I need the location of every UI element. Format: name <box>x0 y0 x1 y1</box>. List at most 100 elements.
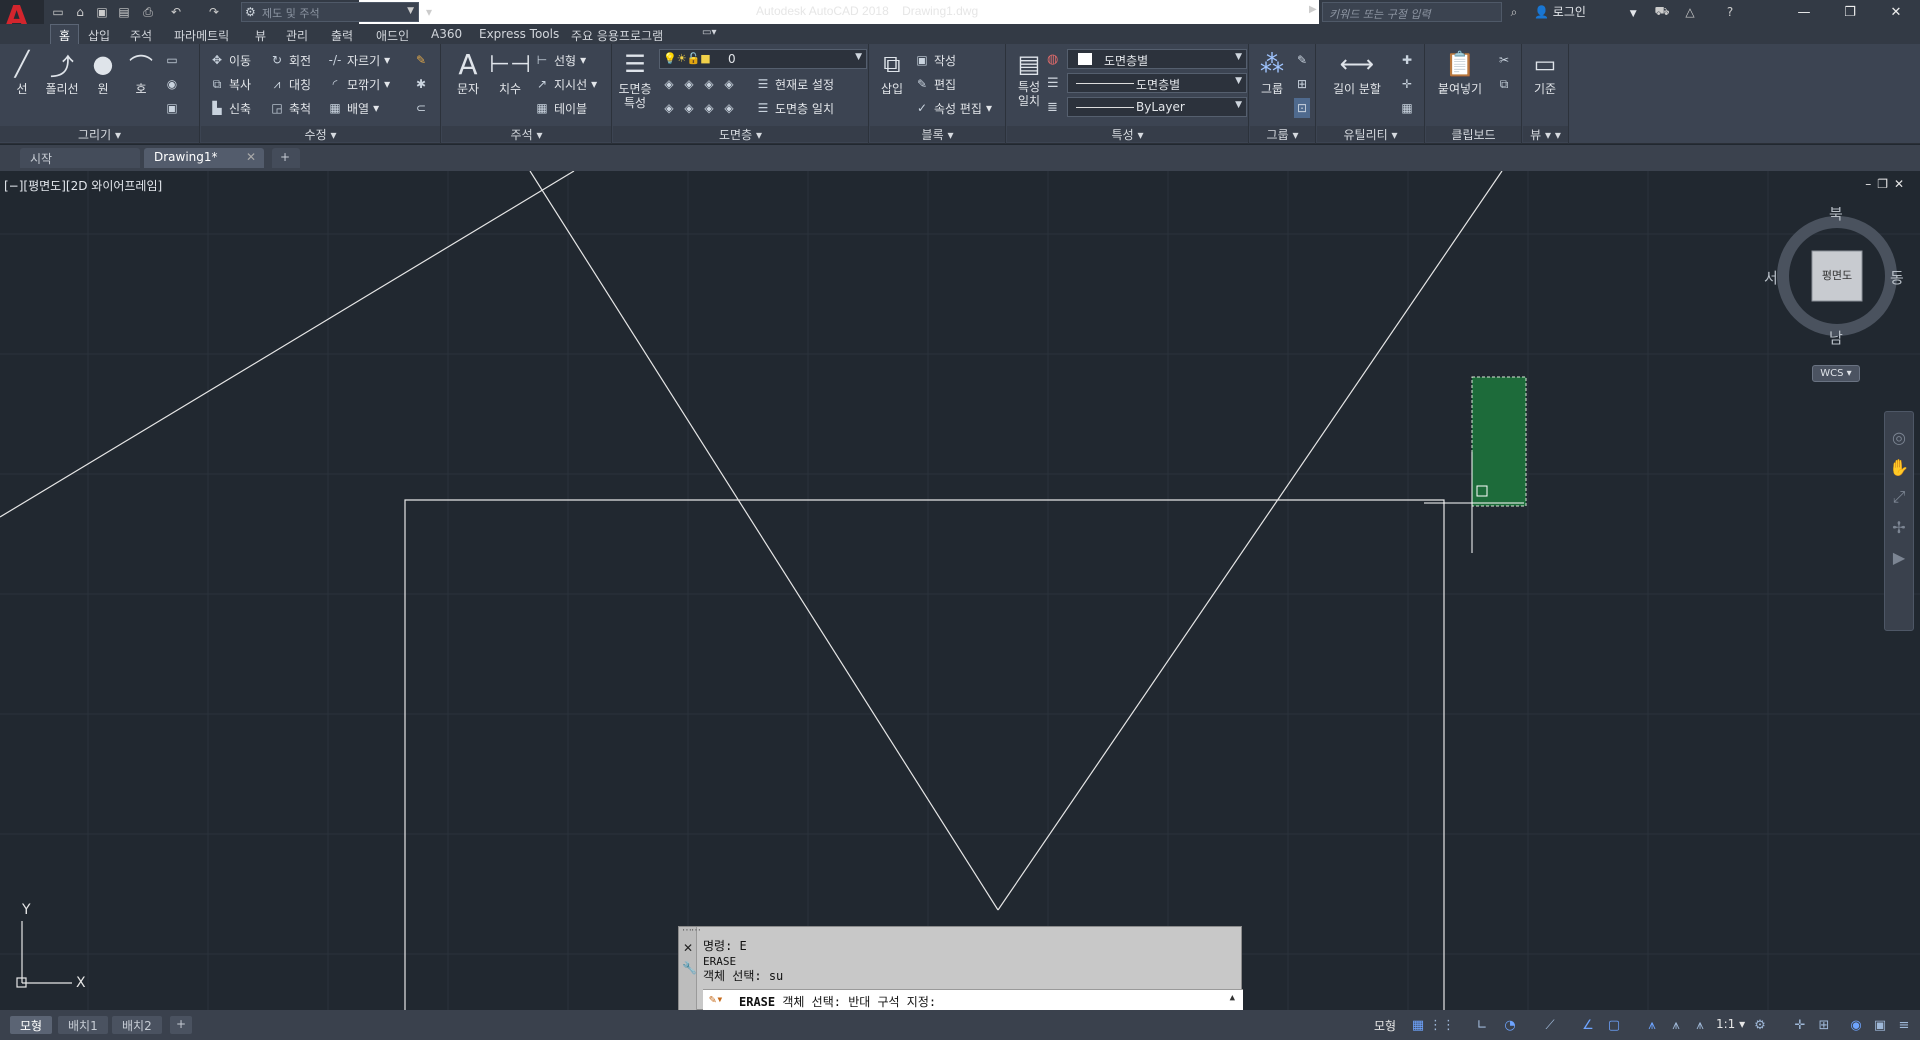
cart-icon[interactable]: ⛟ <box>1654 4 1670 20</box>
mirror-button[interactable]: ⩘ 대칭 <box>269 74 311 94</box>
units-icon[interactable]: ⊞ <box>1814 1015 1834 1035</box>
tab-start[interactable]: 시작 <box>20 148 140 168</box>
workspace-select[interactable]: ⚙ 제도 및 주석 ▼ <box>241 2 419 22</box>
annotation-visibility-icon[interactable]: ⩚ <box>1642 1015 1662 1035</box>
expand-search-icon[interactable]: ▶ <box>1309 4 1317 15</box>
new-tab-button[interactable]: + <box>272 148 300 168</box>
binoculars-icon[interactable]: ⌕ <box>1506 4 1522 20</box>
paste-button[interactable]: 📋 붙여넣기 <box>1432 48 1488 96</box>
edit-block-button[interactable]: ✎ 편집 <box>914 74 956 94</box>
tab-output[interactable]: 출력 <box>331 27 353 44</box>
array-button[interactable]: ▦ 배열 ▾ <box>327 98 379 118</box>
viewcube[interactable]: 평면도 북 남 동 서 <box>1764 205 1904 347</box>
group-edit-button[interactable]: ⊞ <box>1294 74 1310 94</box>
close-button[interactable]: ✕ <box>1873 0 1919 24</box>
stretch-button[interactable]: ▙ 신축 <box>209 98 251 118</box>
compass-west[interactable]: 서 <box>1764 267 1778 288</box>
isolate-objects-icon[interactable]: ◉ <box>1846 1015 1866 1035</box>
undo-icon[interactable]: ↶ <box>168 4 184 20</box>
tab-home[interactable]: 홈 <box>50 24 80 44</box>
drawing-line-3[interactable] <box>997 171 1503 911</box>
tab-express-tools[interactable]: Express Tools <box>479 27 559 41</box>
lineweight-dropdown[interactable]: ByLayer ▼ <box>1067 97 1247 117</box>
minimize-button[interactable]: — <box>1781 0 1827 24</box>
panel-title-layers[interactable]: 도면층 ▾ <box>613 126 868 142</box>
close-tab-icon[interactable]: ✕ <box>246 150 256 164</box>
clean-screen-icon[interactable]: ▣ <box>1870 1015 1890 1035</box>
rectangle-button[interactable]: ▭ <box>164 50 180 70</box>
object-snap-tracking-icon[interactable]: ∠ <box>1578 1015 1598 1035</box>
id-point-button[interactable]: ✛ <box>1399 74 1415 94</box>
polar-icon[interactable]: ◔ <box>1500 1015 1520 1035</box>
new-icon[interactable]: ▭ <box>50 4 66 20</box>
tab-insert[interactable]: 삽입 <box>88 27 110 44</box>
login-button[interactable]: 👤 로그인 ▼ <box>1534 3 1637 20</box>
pan-icon[interactable]: ✋ <box>1885 452 1913 482</box>
open-icon[interactable]: ⌂ <box>72 4 88 20</box>
scale-button[interactable]: ◲ 축척 <box>269 98 311 118</box>
tab-model[interactable]: 모형 <box>10 1016 53 1034</box>
tab-featured-apps[interactable]: 주요 응용프로그램 <box>571 27 663 44</box>
annotation-scale-icon[interactable]: ⩚ <box>1690 1015 1710 1035</box>
panel-title-annotation[interactable]: 주석 ▾ <box>442 126 611 142</box>
close-icon[interactable]: ✕ <box>683 941 693 955</box>
linear-dim-button[interactable]: ⊢ 선형 ▾ <box>534 50 586 70</box>
explode-button[interactable]: ✱ <box>413 74 429 94</box>
save-icon[interactable]: ▣ <box>94 4 110 20</box>
dimension-button[interactable]: ⊢⊣ 치수 <box>489 48 531 96</box>
layer-dropdown[interactable]: 💡☀🔓■ 0 ▼ <box>659 49 867 69</box>
compass-south[interactable]: 남 <box>1829 327 1843 348</box>
orbit-icon[interactable]: ✢ <box>1885 512 1913 542</box>
tab-drawing1[interactable]: Drawing1* ✕ <box>144 148 264 168</box>
snap-icon[interactable]: ⋮⋮ <box>1429 1015 1455 1035</box>
auto-scale-icon[interactable]: ⩚ <box>1666 1015 1686 1035</box>
layer-tool-row2[interactable]: ◈ ◈ ◈ ◈ <box>661 98 737 118</box>
boundary-button[interactable]: ▣ <box>164 98 180 118</box>
measure-button[interactable]: ⟷ 길이 분할 <box>1321 48 1393 96</box>
command-input[interactable]: ✎▾ ERASE 객체 선택: 반대 구석 지정: ▲ <box>703 989 1243 1010</box>
cut-button[interactable]: ✂ <box>1496 50 1512 70</box>
drawing-canvas[interactable]: Y X <box>0 171 1920 1010</box>
panel-title-draw[interactable]: 그리기 ▾ <box>0 126 199 142</box>
wcs-menu[interactable]: WCS ▾ <box>1812 365 1860 382</box>
group-select-button[interactable]: ⊡ <box>1294 98 1310 118</box>
circle-button[interactable]: ● 원 <box>83 48 123 96</box>
group-button[interactable]: ⁂ 그룹 <box>1252 48 1292 96</box>
panel-title-utilities[interactable]: 유틸리티 ▾ <box>1317 126 1424 142</box>
text-button[interactable]: A 문자 <box>448 48 488 97</box>
panel-title-modify[interactable]: 수정 ▾ <box>201 126 440 142</box>
fillet-button[interactable]: ◜ 모깎기 ▾ <box>327 74 390 94</box>
ribbon-toggle-icon[interactable]: ▭▾ <box>702 27 716 38</box>
polyline-button[interactable]: ⤴ 폴리선 <box>42 48 82 97</box>
command-grip[interactable]: ⋯⋯ ✕ 🔧 <box>679 925 701 1010</box>
ortho-icon[interactable]: ∟ <box>1472 1015 1492 1035</box>
restore-button[interactable]: ❐ <box>1827 0 1873 24</box>
match-layer-button[interactable]: ☰ 도면층 일치 <box>755 98 834 118</box>
viewport-controls-label[interactable]: [−][평면도][2D 와이어프레임] <box>4 177 162 194</box>
tab-a360[interactable]: A360 <box>431 27 462 41</box>
line-button[interactable]: ╱ 선 <box>2 48 42 96</box>
qat-menu-icon[interactable]: ▾ <box>421 4 437 20</box>
workspace-gear-icon[interactable]: ⚙ <box>1750 1015 1770 1035</box>
color-dropdown[interactable]: 도면층별 ▼ <box>1067 49 1247 69</box>
customization-menu-icon[interactable]: ≡ <box>1894 1015 1914 1035</box>
ungroup-button[interactable]: ✎ <box>1294 50 1310 70</box>
calculator-button[interactable]: ▦ <box>1399 98 1415 118</box>
copy-button[interactable]: ⧉ 복사 <box>209 74 251 94</box>
panel-title-view[interactable]: 뷰 ▾ ▾ <box>1523 126 1568 142</box>
offset-button[interactable]: ⊂ <box>413 98 429 118</box>
model-space-button[interactable]: 모형 <box>1374 1017 1396 1034</box>
viewcube-face[interactable]: 평면도 <box>1812 267 1862 283</box>
drawing-viewport[interactable]: Y X [−][평면도][2D 와이어프레임] –❐✕ 평면도 북 남 동 서 … <box>0 171 1920 1010</box>
add-layout-button[interactable]: + <box>170 1016 193 1034</box>
viewport-window-controls[interactable]: –❐✕ <box>1865 177 1910 191</box>
panel-title-groups[interactable]: 그룹 ▾ <box>1250 126 1315 142</box>
trim-button[interactable]: -/- 자르기 ▾ <box>327 50 391 70</box>
panel-title-block[interactable]: 블록 ▾ <box>870 126 1005 142</box>
tab-parametric[interactable]: 파라메트릭 <box>174 27 229 44</box>
tab-layout1[interactable]: 배치1 <box>58 1016 108 1034</box>
scale-dropdown[interactable]: 1:1 ▾ <box>1716 1017 1745 1031</box>
erase-button[interactable]: ✎ <box>413 50 429 70</box>
quick-select-button[interactable]: ✚ <box>1399 50 1415 70</box>
save-as-icon[interactable]: ▤ <box>116 4 132 20</box>
